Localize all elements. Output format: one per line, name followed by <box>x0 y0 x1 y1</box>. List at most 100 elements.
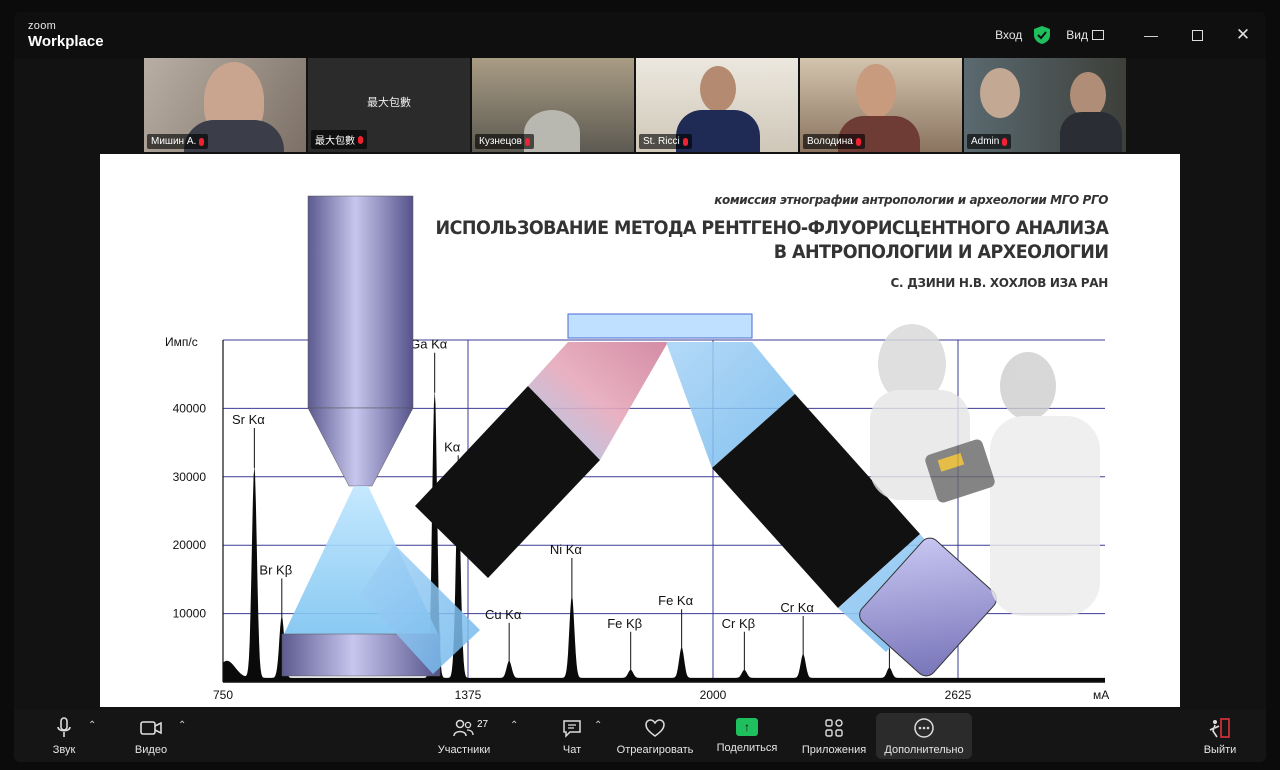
zoom-window: zoom Workplace Вход Вид — ✕ Мишин А. 最大包… <box>14 12 1266 762</box>
slide-title: ИСПОЛЬЗОВАНИЕ МЕТОДА РЕНТГЕНО-ФЛУОРИСЦЕН… <box>435 216 1108 264</box>
meeting-toolbar: Звук ⌃ Видео ⌃ Участники 27 ⌃ Чат ⌃ Отре… <box>14 710 1266 762</box>
peak-label: Ga Kα <box>410 337 448 352</box>
participant-name: Мишин А. <box>151 136 197 147</box>
mic-muted-icon <box>524 137 530 146</box>
microphone-icon <box>57 716 71 737</box>
audio-label: Звук <box>52 743 76 756</box>
slide-title-line1: ИСПОЛЬЗОВАНИЕ МЕТОДА РЕНТГЕНО-ФЛУОРИСЦЕН… <box>435 217 1108 239</box>
y-tick-label: 20000 <box>173 538 207 552</box>
apps-label: Приложения <box>801 743 867 756</box>
participant-name-tag: Admin <box>967 134 1012 149</box>
participants-button[interactable]: Участники <box>432 710 496 762</box>
video-button[interactable]: Видео <box>130 710 172 762</box>
more-button[interactable]: Дополнительно <box>876 713 972 759</box>
participant-tile[interactable]: St. Ricci <box>636 58 798 152</box>
more-dots-icon <box>914 717 934 738</box>
slide-subtitle: комиссия этнографии антропологии и архео… <box>714 193 1108 207</box>
peak-label: Ni Kα <box>550 542 583 557</box>
mic-muted-icon <box>682 137 688 146</box>
participant-body <box>1060 112 1122 152</box>
security-shield-icon[interactable] <box>1032 25 1052 45</box>
participant-name: Admin <box>971 136 1000 147</box>
minimize-icon: — <box>1144 27 1158 43</box>
mic-muted-icon <box>358 135 363 144</box>
participant-tile[interactable]: Володина <box>800 58 962 152</box>
view-button[interactable]: Вид <box>1066 28 1104 42</box>
y-tick-label: 40000 <box>173 401 207 415</box>
chat-options-caret[interactable]: ⌃ <box>594 720 602 731</box>
peak-label: Sr Kα <box>232 412 265 427</box>
peak-label: Kα <box>444 439 461 454</box>
peak-label: Cr Kβ <box>722 616 755 631</box>
leave-door-icon <box>1209 717 1230 738</box>
chat-button[interactable]: Чат <box>554 710 590 762</box>
slide-authors: С. ДЗИНИ Н.В. ХОХЛОВ ИЗА РАН <box>890 276 1108 290</box>
participants-label: Участники <box>437 743 491 756</box>
participant-name: Кузнецов <box>479 136 522 147</box>
maximize-button[interactable] <box>1174 12 1220 58</box>
x-axis-label: мА <box>1093 688 1109 702</box>
participant-center-name: 最大包數 <box>367 97 411 109</box>
video-label: Видео <box>134 743 168 756</box>
participant-name: 最大包數 <box>315 136 355 147</box>
shared-screen-slide: 10000 20000 30000 40000 750 1375 2000 2625 Имп/с… <box>100 154 1180 707</box>
participants-options-caret[interactable]: ⌃ <box>510 720 518 731</box>
x-tick-label: 750 <box>213 688 233 702</box>
peak-label: Cu Kα <box>485 607 522 622</box>
view-label: Вид <box>1066 28 1088 42</box>
x-tick-label: 2625 <box>945 688 972 702</box>
apps-icon <box>825 718 843 737</box>
participant-name-tag: Мишин А. <box>147 134 209 149</box>
close-icon: ✕ <box>1235 25 1251 44</box>
mic-muted-icon <box>1002 137 1008 146</box>
participant-strip: Мишин А. 最大包數 最大包數 Кузнецов St. Ricci Во… <box>144 58 1128 152</box>
participant-name-tag: St. Ricci <box>639 134 692 149</box>
participant-tile[interactable]: Admin <box>964 58 1126 152</box>
participant-name: St. Ricci <box>643 136 680 147</box>
apps-button[interactable]: Приложения <box>798 710 870 762</box>
maximize-icon <box>1191 29 1203 41</box>
participant-tile[interactable]: Кузнецов <box>472 58 634 152</box>
share-label: Поделиться <box>716 742 778 754</box>
mic-muted-icon <box>199 137 205 146</box>
xray-tube <box>307 195 414 409</box>
mic-muted-icon <box>855 137 861 146</box>
participant-name-tag: Кузнецов <box>475 134 534 149</box>
peak-label: Fe Kβ <box>607 616 642 631</box>
y-tick-label: 10000 <box>173 607 207 621</box>
peak-label: Cr Kα <box>780 600 814 615</box>
participant-name: Володина <box>807 136 853 147</box>
participant-avatar <box>700 66 736 112</box>
leave-label: Выйти <box>1203 743 1237 756</box>
react-button[interactable]: Отреагировать <box>614 710 696 762</box>
share-screen-button[interactable]: ↑ Поделиться <box>714 710 780 762</box>
y-axis-label: Имп/с <box>165 335 198 349</box>
more-label: Дополнительно <box>884 743 964 756</box>
peak-label: Fe Kα <box>658 593 693 608</box>
brand-line1: zoom <box>28 20 57 32</box>
leave-meeting-button[interactable]: Выйти <box>1200 710 1240 762</box>
share-arrow-icon: ↑ <box>736 718 758 736</box>
xray-tube-cone <box>307 407 414 487</box>
audio-button[interactable]: Звук <box>44 710 84 762</box>
x-tick-label: 2000 <box>700 688 727 702</box>
peak-label: Br Kβ <box>259 562 292 577</box>
participant-avatar <box>980 68 1020 118</box>
participant-tile[interactable]: 最大包數 最大包數 <box>308 58 470 152</box>
slide-title-line2: В АНТРОПОЛОГИИ И АРХЕОЛОГИИ <box>773 241 1108 263</box>
enter-button[interactable]: Вход <box>995 28 1022 42</box>
video-options-caret[interactable]: ⌃ <box>178 720 186 731</box>
participant-avatar <box>856 64 896 118</box>
chat-label: Чат <box>562 743 582 756</box>
audio-options-caret[interactable]: ⌃ <box>88 720 96 731</box>
chat-bubble-icon <box>563 719 581 738</box>
crystal-bar <box>567 313 753 339</box>
heart-icon <box>645 718 665 737</box>
minimize-button[interactable]: — <box>1128 12 1174 58</box>
participant-name-tag: 最大包數 <box>311 130 367 149</box>
participant-tile[interactable]: Мишин А. <box>144 58 306 152</box>
video-camera-icon <box>140 720 162 735</box>
close-button[interactable]: ✕ <box>1220 12 1266 58</box>
react-label: Отреагировать <box>616 743 694 756</box>
participant-name-tag: Володина <box>803 134 865 149</box>
